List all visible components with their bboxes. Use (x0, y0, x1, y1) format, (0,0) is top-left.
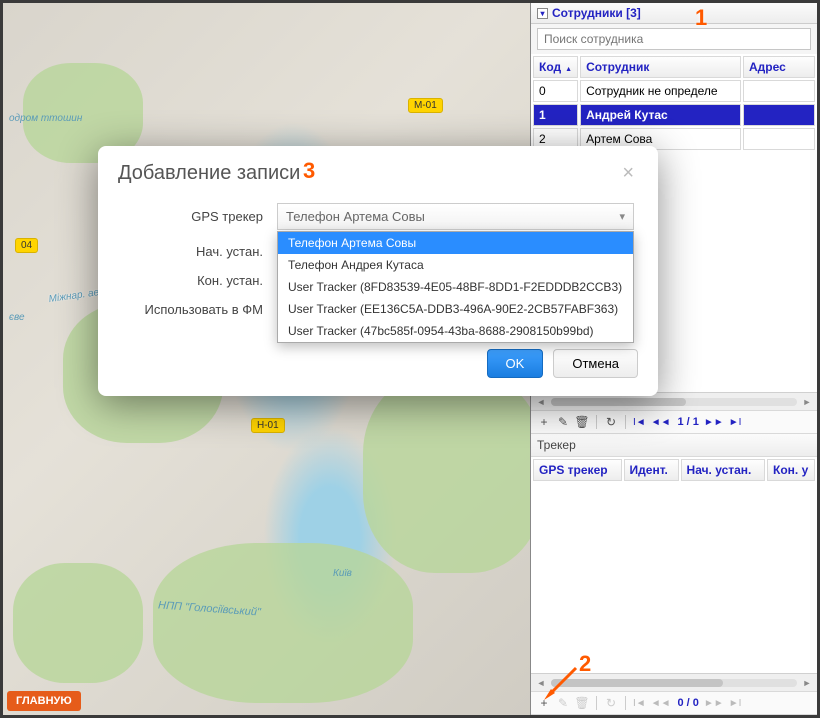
col-employee[interactable]: Сотрудник (580, 56, 741, 78)
next-page-icon[interactable]: ►► (704, 417, 724, 428)
tracker-section: Трекер GPS трекер Идент. Нач. устан. Кон… (531, 434, 817, 715)
scroll-left-icon[interactable]: ◄ (535, 677, 547, 689)
employees-grid: Код Сотрудник Адрес 0 Сотрудник не опред… (531, 54, 817, 152)
dropdown-item[interactable]: User Tracker (47bc585f-0954-43ba-8688-29… (278, 320, 633, 342)
delete-icon[interactable]: 🗑 (575, 696, 589, 710)
scroll-right-icon[interactable]: ► (801, 396, 813, 408)
map-label-west1: одром ттошин (9, 113, 82, 124)
gps-tracker-dropdown: Телефон Артема Совы Телефон Андрея Кутас… (277, 231, 634, 343)
delete-icon[interactable]: 🗑 (575, 415, 589, 429)
col-end[interactable]: Кон. у (767, 459, 815, 481)
tracker-toolbar: + ✎ 🗑 ↻ I◄ ◄◄ 0 / 0 ►► ►I (531, 691, 817, 715)
tracker-title: Трекер (531, 434, 817, 457)
scroll-right-icon[interactable]: ► (801, 677, 813, 689)
chevron-down-icon: ▾ (619, 210, 625, 223)
add-icon[interactable]: + (537, 696, 551, 710)
table-row[interactable]: 0 Сотрудник не определе (533, 80, 815, 102)
map-label-city: Київ (333, 568, 352, 579)
edit-icon[interactable]: ✎ (556, 696, 570, 710)
last-page-icon[interactable]: ►I (729, 698, 742, 709)
prev-page-icon[interactable]: ◄◄ (651, 417, 671, 428)
scroll-left-icon[interactable]: ◄ (535, 396, 547, 408)
last-page-icon[interactable]: ►I (729, 417, 742, 428)
col-address[interactable]: Адрес (743, 56, 815, 78)
edit-icon[interactable]: ✎ (556, 415, 570, 429)
road-label-e04: 04 (15, 238, 38, 253)
collapse-icon[interactable]: ▾ (537, 8, 548, 19)
add-icon[interactable]: + (537, 415, 551, 429)
map-label-west2: єве (9, 312, 25, 323)
employees-toolbar: + ✎ 🗑 ↻ I◄ ◄◄ 1 / 1 ►► ►I (531, 410, 817, 434)
col-start[interactable]: Нач. устан. (681, 459, 765, 481)
col-gps[interactable]: GPS трекер (533, 459, 622, 481)
modal-title: Добавление записи (118, 162, 300, 185)
dropdown-item[interactable]: User Tracker (8FD83539-4E05-48BF-8DD1-F2… (278, 276, 633, 298)
tracker-scrollbar[interactable]: ◄ ► (531, 673, 817, 691)
pager-text: 1 / 1 (677, 416, 698, 428)
label-end: Кон. устан. (122, 273, 277, 288)
ok-button[interactable]: OK (487, 349, 544, 378)
add-record-modal: Добавление записи × GPS трекер Телефон А… (98, 146, 658, 396)
pager-text: 0 / 0 (677, 697, 698, 709)
col-ident[interactable]: Идент. (624, 459, 679, 481)
home-button[interactable]: ГЛАВНУЮ (7, 691, 81, 711)
road-label-h01: Н-01 (251, 418, 285, 433)
tracker-empty-body (531, 483, 817, 673)
first-page-icon[interactable]: I◄ (633, 417, 646, 428)
prev-page-icon[interactable]: ◄◄ (651, 698, 671, 709)
label-start: Нач. устан. (122, 244, 277, 259)
col-code[interactable]: Код (533, 56, 578, 78)
employee-search-input[interactable] (537, 28, 811, 50)
dropdown-item[interactable]: Телефон Андрея Кутаса (278, 254, 633, 276)
gps-tracker-select[interactable]: Телефон Артема Совы ▾ (277, 203, 634, 230)
label-gps: GPS трекер (122, 209, 277, 224)
cancel-button[interactable]: Отмена (553, 349, 638, 378)
tracker-grid: GPS трекер Идент. Нач. устан. Кон. у (531, 457, 817, 483)
table-row[interactable]: 1 Андрей Кутас (533, 104, 815, 126)
refresh-icon[interactable]: ↻ (604, 415, 618, 429)
employees-header[interactable]: ▾ Сотрудники [3] (531, 3, 817, 24)
select-value: Телефон Артема Совы (286, 209, 425, 224)
dropdown-item[interactable]: User Tracker (EE136C5A-DDB3-496A-90E2-2C… (278, 298, 633, 320)
label-use-fm: Использовать в ФМ (122, 302, 277, 317)
next-page-icon[interactable]: ►► (704, 698, 724, 709)
dropdown-item[interactable]: Телефон Артема Совы (278, 232, 633, 254)
first-page-icon[interactable]: I◄ (633, 698, 646, 709)
employees-title: Сотрудники [3] (552, 6, 641, 20)
refresh-icon[interactable]: ↻ (604, 696, 618, 710)
close-icon[interactable]: × (618, 162, 638, 185)
road-label-m01: М-01 (408, 98, 443, 113)
